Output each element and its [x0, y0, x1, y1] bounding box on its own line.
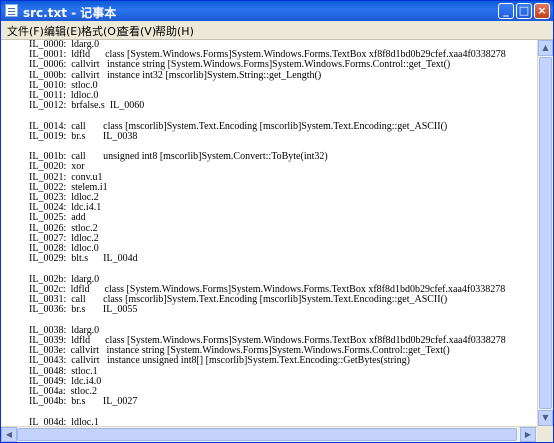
horizontal-scroll-thumb[interactable] [17, 428, 517, 441]
vertical-scroll-thumb[interactable] [539, 57, 552, 409]
scroll-left-button[interactable]: ◀ [1, 427, 17, 442]
text-editor[interactable]: IL_0000: ldarg.0 IL_0001: ldfld class [S… [1, 40, 537, 426]
scroll-right-button[interactable]: ▶ [520, 427, 536, 442]
menu-view[interactable]: 查看(V) [118, 23, 156, 39]
notepad-icon[interactable] [5, 4, 18, 17]
horizontal-scrollbar[interactable]: ◀ ▶ [1, 426, 537, 442]
menu-edit[interactable]: 编辑(E) [44, 23, 82, 39]
editor-text[interactable]: IL_0000: ldarg.0 IL_0001: ldfld class [S… [29, 40, 506, 426]
menu-help[interactable]: 帮助(H) [155, 23, 194, 39]
vertical-scrollbar[interactable]: ▲ ▼ [537, 40, 553, 426]
close-button[interactable]: × [534, 3, 550, 19]
resize-grip[interactable] [537, 426, 553, 442]
title-bar[interactable]: src.txt - 记事本 _ □ × [1, 1, 553, 21]
scroll-down-button[interactable]: ▼ [538, 410, 553, 426]
window-title: src.txt - 记事本 [23, 6, 117, 20]
minimize-button[interactable]: _ [498, 3, 514, 19]
menu-bar: 文件(F) 编辑(E) 格式(O) 查看(V) 帮助(H) [1, 21, 553, 40]
menu-format[interactable]: 格式(O) [81, 23, 120, 39]
scroll-up-button[interactable]: ▲ [538, 40, 553, 56]
menu-file[interactable]: 文件(F) [7, 23, 44, 39]
maximize-button[interactable]: □ [516, 3, 532, 19]
notepad-window: src.txt - 记事本 _ □ × 文件(F) 编辑(E) 格式(O) 查看… [0, 0, 554, 443]
